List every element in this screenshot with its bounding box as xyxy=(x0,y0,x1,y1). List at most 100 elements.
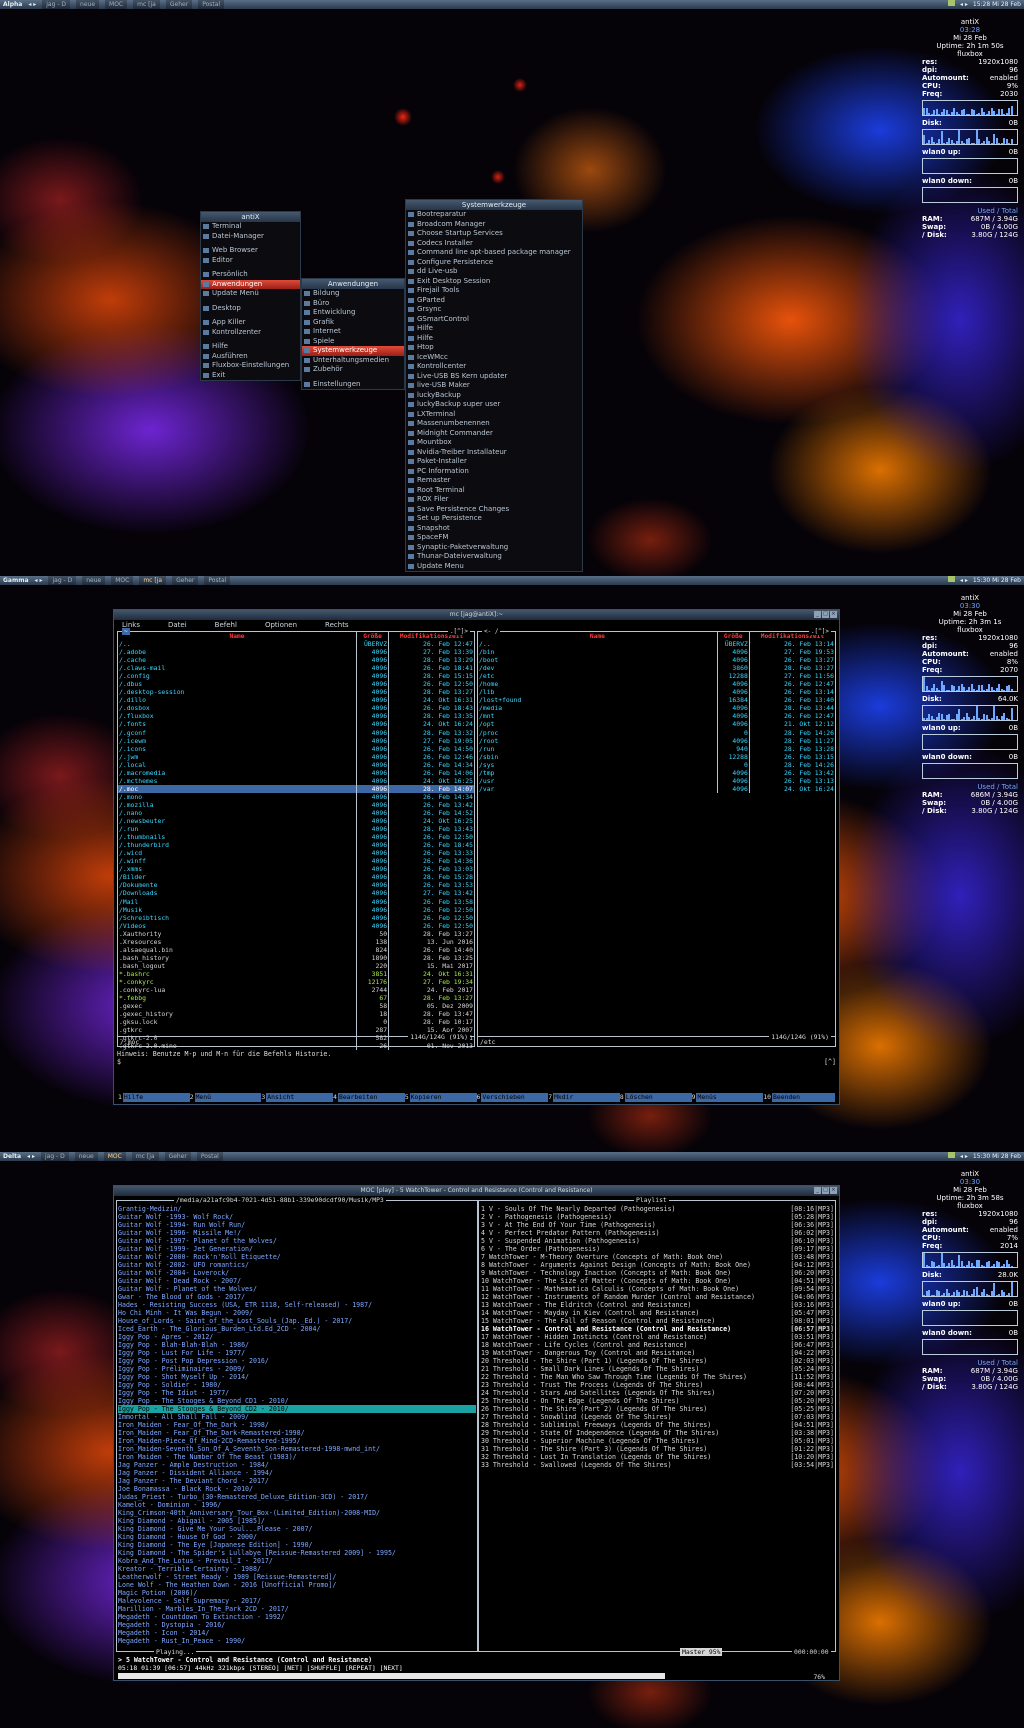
table-row[interactable]: /.fluxbox 4096 28. Feb 13:35 xyxy=(118,712,474,721)
table-row[interactable]: /opt 4096 21. Okt 12:12 xyxy=(478,720,835,729)
menu-item[interactable]: Hilfe xyxy=(406,334,582,344)
playlist-item[interactable]: 22 Threshold - The Man Who Saw Through T… xyxy=(481,1373,834,1381)
menu-item[interactable]: Ausführen xyxy=(201,352,300,362)
playlist-item[interactable]: 30 Threshold - Superior Machine (Legends… xyxy=(481,1437,834,1445)
task-mc[interactable]: mc [ja xyxy=(133,0,160,9)
workspace-name[interactable]: Gamma xyxy=(3,576,29,585)
clock[interactable]: 15:30 Mi 28 Feb xyxy=(973,1152,1021,1161)
table-row[interactable]: /.run 4096 28. Feb 13:43 xyxy=(118,825,474,834)
list-item[interactable]: Iggy Pop - Blah-Blah-Blah - 1986/ xyxy=(118,1341,476,1349)
menu-item[interactable]: Editor xyxy=(201,256,300,266)
playlist-item[interactable]: 10 WatchTower - The Size of Matter (Conc… xyxy=(481,1277,834,1285)
playlist-item[interactable]: 9 WatchTower - Technology Inaction (Conc… xyxy=(481,1269,834,1277)
mc-menu-2[interactable]: Befehl xyxy=(215,620,237,630)
menu-item[interactable]: Thunar-Dateiverwaltung xyxy=(406,552,582,562)
maximize-icon[interactable]: □ xyxy=(822,1187,829,1194)
col-name[interactable]: Name xyxy=(478,632,718,640)
fkey-7[interactable]: 7 Mkdir xyxy=(548,1093,620,1102)
menu-item[interactable]: luckyBackup super user xyxy=(406,400,582,410)
table-row[interactable]: /Schreibtisch 4096 26. Feb 12:50 xyxy=(118,913,474,922)
menu-item[interactable]: Desktop xyxy=(201,304,300,314)
menu-item[interactable]: Set up Persistence xyxy=(406,514,582,524)
playlist-item[interactable]: 27 Threshold - Snowblind (Legends Of The… xyxy=(481,1413,834,1421)
menu-item[interactable]: Remaster xyxy=(406,476,582,486)
close-icon[interactable]: × xyxy=(830,611,837,618)
list-item[interactable]: Kamelot - Dominion - 1996/ xyxy=(118,1501,476,1509)
task-postal[interactable]: Postal xyxy=(196,1152,223,1161)
list-item[interactable]: Megadeth - Countdown To Extinction - 199… xyxy=(118,1613,476,1621)
list-item[interactable]: Lone Wolf - The Heathen Dawn - 2016 [Uno… xyxy=(118,1581,476,1589)
playlist-item[interactable]: 20 Threshold - The Shire (Part 1) (Legen… xyxy=(481,1357,834,1365)
menu-item[interactable]: PC Information xyxy=(406,467,582,477)
table-row[interactable]: .gexec 58 05. Dez 2009 xyxy=(118,1002,474,1011)
playlist-item[interactable]: 14 WatchTower - Mayday in Kiev (Control … xyxy=(481,1309,834,1317)
playlist-item[interactable]: 24 Threshold - Stars And Satellites (Leg… xyxy=(481,1389,834,1397)
menu-item[interactable]: Spiele xyxy=(302,337,404,347)
list-item[interactable]: Iggy Pop - Lust For Life - 1977/ xyxy=(118,1349,476,1357)
moc-progress-track[interactable] xyxy=(118,1673,838,1679)
close-icon[interactable]: × xyxy=(830,1187,837,1194)
table-row[interactable]: /bin 4096 27. Feb 19:53 xyxy=(478,648,835,657)
menu-item[interactable]: App Killer xyxy=(201,318,300,328)
playlist-item[interactable]: 15 WatchTower - The Fall of Reason (Cont… xyxy=(481,1317,834,1325)
mc-window[interactable]: mc [jag@antiX]:~ _ □ × Links Datei Befehl Opt… xyxy=(113,609,840,1105)
minimize-icon[interactable]: _ xyxy=(814,1187,821,1194)
col-name[interactable]: Name xyxy=(118,632,358,640)
menu-item[interactable]: dd Live-usb xyxy=(406,267,582,277)
tray-battery-icon[interactable] xyxy=(947,576,955,582)
table-row[interactable]: *.bashrc 3851 24. Okt 16:31 xyxy=(118,969,474,978)
list-item[interactable]: Magic Potion (2006)/ xyxy=(118,1589,476,1597)
table-row[interactable]: /Dokumente 4096 26. Feb 13:53 xyxy=(118,881,474,890)
table-row[interactable]: /dev 3860 28. Feb 13:27 xyxy=(478,664,835,673)
moc-mixer[interactable]: Master 95% xyxy=(680,1648,723,1656)
list-item[interactable]: Iggy Pop - Soldier - 1980/ xyxy=(118,1381,476,1389)
task-jag[interactable]: jag - D xyxy=(42,0,71,9)
table-row[interactable]: /.gconf 4096 28. Feb 13:32 xyxy=(118,728,474,737)
table-row[interactable]: /.. ÜBERVZ 26. Feb 13:14 xyxy=(478,640,835,649)
menu-item[interactable]: Save Persistence Changes xyxy=(406,505,582,515)
table-row[interactable]: /.mono 4096 26. Feb 14:34 xyxy=(118,792,474,801)
table-row[interactable]: /.icewm 4096 27. Feb 19:05 xyxy=(118,736,474,745)
fkey-9[interactable]: 9 Menüs xyxy=(692,1093,764,1102)
table-row[interactable]: .alsaequal.bin 824 26. Feb 14:40 xyxy=(118,945,474,954)
task-neue[interactable]: neue xyxy=(74,1152,98,1161)
table-row[interactable]: *.conkyrc 12176 27. Feb 19:34 xyxy=(118,977,474,987)
menu-item[interactable]: Hilfe xyxy=(406,324,582,334)
menu-item[interactable]: live-USB Maker xyxy=(406,381,582,391)
table-row[interactable]: /.dbus 4096 26. Feb 12:50 xyxy=(118,680,474,689)
window-titlebar[interactable]: mc [jag@antiX]:~ _ □ × xyxy=(114,610,839,620)
table-row[interactable]: /boot 4096 26. Feb 13:27 xyxy=(478,656,835,665)
fkey-4[interactable]: 4 Bearbeiten xyxy=(333,1093,405,1102)
tray-battery-icon[interactable] xyxy=(947,1152,955,1158)
menu-item[interactable]: Grafik xyxy=(302,318,404,328)
list-item[interactable]: Iggy Pop - The Stooges & Beyond CD2 - 20… xyxy=(118,1405,476,1413)
playlist-item[interactable]: 25 Threshold - On The Edge (Legends Of T… xyxy=(481,1397,834,1405)
menu-item[interactable]: LXTerminal xyxy=(406,410,582,420)
menu-item[interactable]: Update Menü xyxy=(201,289,300,299)
window-titlebar[interactable]: MOC [play] - 5 WatchTower - Control and … xyxy=(114,1186,839,1196)
table-row[interactable]: /.. ÜBERVZ 26. Feb 12:47 xyxy=(118,640,474,649)
menu-item[interactable]: Broadcom Manager xyxy=(406,220,582,230)
workspace-name[interactable]: Delta xyxy=(3,1152,21,1161)
minimize-icon[interactable]: _ xyxy=(814,611,821,618)
list-item[interactable]: Guitar Wolf -1993- Wolf Rock/ xyxy=(118,1213,476,1221)
list-item[interactable]: Judas_Priest - Turbo_(30-Remastered_Delu… xyxy=(118,1493,476,1501)
playlist-item[interactable]: 3 V - At The End Of Your Time (Pathogene… xyxy=(481,1221,834,1229)
task-geher[interactable]: Geher xyxy=(165,0,193,9)
menu-item[interactable]: Bootreparatur xyxy=(406,210,582,220)
table-row[interactable]: /lost+found 16384 26. Feb 13:40 xyxy=(478,696,835,705)
mc-prompt[interactable]: $ xyxy=(117,1058,121,1066)
menu-item[interactable]: Einstellungen xyxy=(302,380,404,390)
menu-item[interactable]: Exit Desktop Session xyxy=(406,277,582,287)
playlist-item[interactable]: 18 WatchTower - Life Cycles (Control and… xyxy=(481,1341,834,1349)
fkey-10[interactable]: 10 Beenden xyxy=(763,1093,836,1102)
moc-playlist[interactable]: 1 V - Souls Of The Nearly Departed (Path… xyxy=(481,1205,834,1469)
table-row[interactable]: /.thunderbird 4096 26. Feb 18:45 xyxy=(118,841,474,850)
menu-item[interactable]: Hilfe xyxy=(201,342,300,352)
menu-item[interactable]: Terminal xyxy=(201,222,300,232)
menu-item[interactable]: Nvidia-Treiber Installateur xyxy=(406,448,582,458)
menu-item[interactable]: Büro xyxy=(302,299,404,309)
list-item[interactable]: Iron_Maiden - Fear_Of_The_Dark - 1998/ xyxy=(118,1421,476,1429)
table-row[interactable]: /lib 4096 26. Feb 13:14 xyxy=(478,688,835,697)
clock[interactable]: 15:28 Mi 28 Feb xyxy=(973,0,1021,9)
